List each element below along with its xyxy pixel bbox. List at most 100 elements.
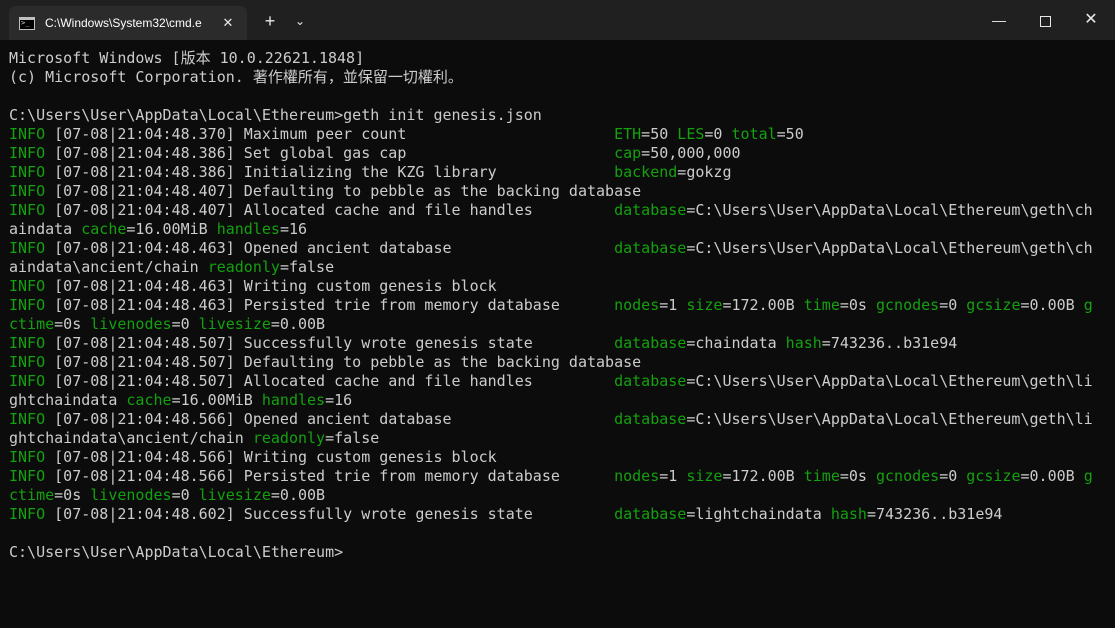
console-line: INFO [07-08|21:04:48.463] Writing custom… xyxy=(9,277,1093,296)
log-level: INFO xyxy=(9,201,46,219)
log-text: =C:\Users\User\AppData\Local\Ethereum\ge… xyxy=(686,372,1093,390)
log-text: [07-08|21:04:48.507] Successfully wrote … xyxy=(45,334,615,352)
log-text: =C:\Users\User\AppData\Local\Ethereum\ge… xyxy=(686,410,1093,428)
log-text: =0 xyxy=(939,296,967,314)
log-text: =false xyxy=(279,258,335,276)
log-key: database xyxy=(614,201,687,219)
log-level: INFO xyxy=(9,296,46,314)
new-tab-button[interactable]: + xyxy=(257,6,283,36)
log-text: ghtchaindata\ancient/chain xyxy=(9,429,253,447)
log-key: handles xyxy=(216,220,280,238)
log-key: livenodes xyxy=(90,486,172,504)
console-line: ctime=0s livenodes=0 livesize=0.00B xyxy=(9,315,1093,334)
console-line: INFO [07-08|21:04:48.407] Allocated cach… xyxy=(9,201,1093,220)
log-key: time xyxy=(803,296,840,314)
log-text: [07-08|21:04:48.407] Allocated cache and… xyxy=(45,201,615,219)
console-line: INFO [07-08|21:04:48.566] Persisted trie… xyxy=(9,467,1093,486)
log-key: database xyxy=(614,505,687,523)
log-level: INFO xyxy=(9,448,46,466)
log-text: Microsoft Windows [版本 10.0.22621.1848] xyxy=(9,49,365,67)
log-key: database xyxy=(614,334,687,352)
minimize-button[interactable]: — xyxy=(976,0,1022,40)
log-text: =1 xyxy=(659,467,687,485)
log-text: [07-08|21:04:48.507] Defaulting to pebbl… xyxy=(45,353,642,371)
console-line: INFO [07-08|21:04:48.507] Defaulting to … xyxy=(9,353,1093,372)
log-text: aindata xyxy=(9,220,82,238)
log-text: =50 xyxy=(776,125,804,143)
log-text: =0s xyxy=(839,467,876,485)
log-level: INFO xyxy=(9,182,46,200)
console-output[interactable]: Microsoft Windows [版本 10.0.22621.1848] (c… xyxy=(9,49,1093,562)
log-text: =0.00B xyxy=(1020,296,1084,314)
log-text: =172.00B xyxy=(722,296,804,314)
log-text: =0s xyxy=(54,315,91,333)
maximize-button[interactable] xyxy=(1022,0,1068,40)
log-key: size xyxy=(686,467,723,485)
log-key: ctime xyxy=(9,315,55,333)
log-key: total xyxy=(731,125,777,143)
log-text: [07-08|21:04:48.370] Maximum peer count xyxy=(45,125,615,143)
log-text: =16 xyxy=(279,220,308,238)
log-key: livesize xyxy=(198,486,271,504)
log-text: ghtchaindata xyxy=(9,391,127,409)
console-line: INFO [07-08|21:04:48.386] Initializing t… xyxy=(9,163,1093,182)
log-key: gcsize xyxy=(966,296,1021,314)
log-text: [07-08|21:04:48.463] Persisted trie from… xyxy=(45,296,615,314)
log-key: handles xyxy=(261,391,326,409)
log-key: database xyxy=(614,372,687,390)
log-level: INFO xyxy=(9,505,46,523)
log-level: INFO xyxy=(9,239,46,257)
log-text: [07-08|21:04:48.566] Writing custom gene… xyxy=(45,448,497,466)
log-text: =16.00MiB xyxy=(126,220,217,238)
log-key: ctime xyxy=(9,486,55,504)
log-key: nodes xyxy=(614,467,660,485)
log-text: aindata\ancient/chain xyxy=(9,258,208,276)
log-text: =gokzg xyxy=(677,163,732,181)
console-line: INFO [07-08|21:04:48.566] Writing custom… xyxy=(9,448,1093,467)
log-level: INFO xyxy=(9,372,46,390)
log-text: =C:\Users\User\AppData\Local\Ethereum\ge… xyxy=(686,239,1093,257)
log-text: =0.00B xyxy=(270,315,326,333)
log-text: =16 xyxy=(325,391,353,409)
log-key: backend xyxy=(614,163,678,181)
chevron-down-icon[interactable]: ⌄ xyxy=(287,6,313,36)
log-key: hash xyxy=(830,505,867,523)
log-key: livenodes xyxy=(90,315,172,333)
log-text: =0 xyxy=(704,125,732,143)
log-text: =0.00B xyxy=(270,486,326,504)
log-key: g xyxy=(1083,296,1093,314)
log-text: =743236..b31e94 xyxy=(866,505,1003,523)
log-key: hash xyxy=(785,334,822,352)
console-line: aindata\ancient/chain readonly=false xyxy=(9,258,1093,277)
log-key: nodes xyxy=(614,296,660,314)
console-line: aindata cache=16.00MiB handles=16 xyxy=(9,220,1093,239)
log-key: gcnodes xyxy=(875,296,940,314)
log-text: =0s xyxy=(839,296,876,314)
log-text: [07-08|21:04:48.463] Writing custom gene… xyxy=(45,277,497,295)
log-key: database xyxy=(614,239,687,257)
log-text: =16.00MiB xyxy=(171,391,262,409)
tab-close-icon[interactable]: ✕ xyxy=(219,14,237,32)
log-level: INFO xyxy=(9,163,46,181)
log-text: [07-08|21:04:48.566] Persisted trie from… xyxy=(45,467,615,485)
log-text: =1 xyxy=(659,296,687,314)
console-line: INFO [07-08|21:04:48.407] Defaulting to … xyxy=(9,182,1093,201)
log-text: [07-08|21:04:48.507] Allocated cache and… xyxy=(45,372,615,390)
log-text: =50 xyxy=(641,125,678,143)
console-line: INFO [07-08|21:04:48.566] Opened ancient… xyxy=(9,410,1093,429)
close-button[interactable]: ✕ xyxy=(1068,0,1114,40)
log-key: gcsize xyxy=(966,467,1021,485)
log-text: C:\Users\User\AppData\Local\Ethereum> xyxy=(9,543,344,561)
log-level: INFO xyxy=(9,467,46,485)
log-key: time xyxy=(803,467,840,485)
log-key: database xyxy=(614,410,687,428)
log-text: =0 xyxy=(171,486,199,504)
log-text: [07-08|21:04:48.463] Opened ancient data… xyxy=(45,239,615,257)
log-text: =50,000,000 xyxy=(641,144,741,162)
console-line: INFO [07-08|21:04:48.370] Maximum peer c… xyxy=(9,125,1093,144)
title-bar: C:\Windows\System32\cmd.e ✕ + ⌄ — ✕ xyxy=(0,0,1115,40)
maximize-icon xyxy=(1039,15,1051,27)
console-line: C:\Users\User\AppData\Local\Ethereum> xyxy=(9,543,1093,562)
tab-cmd[interactable]: C:\Windows\System32\cmd.e ✕ xyxy=(9,6,247,40)
